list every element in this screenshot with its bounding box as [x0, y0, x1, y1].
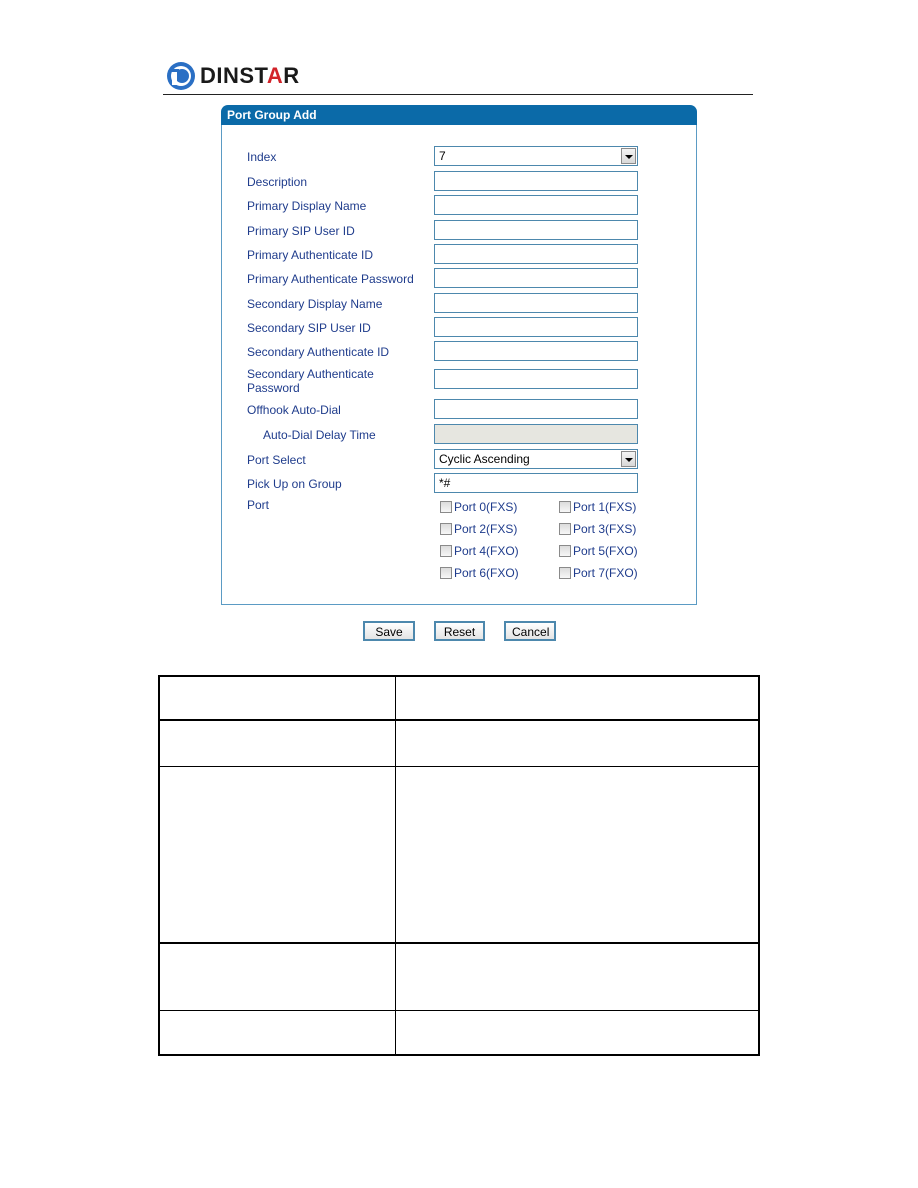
offhook-auto-dial-row: Offhook Auto-Dial [247, 399, 667, 421]
checkbox-icon[interactable] [559, 567, 571, 579]
secondary-display-name-input[interactable] [434, 293, 638, 313]
auto-dial-delay-time-label: Auto-Dial Delay Time [263, 428, 376, 442]
label-line-2: Password [247, 381, 300, 395]
port-group-add-panel: Port Group Add Index 7 Description Prima… [221, 105, 697, 605]
checkbox-icon[interactable] [559, 501, 571, 513]
pick-up-on-group-label: Pick Up on Group [247, 477, 342, 491]
logo-icon [166, 61, 196, 91]
label-line-1: Secondary Authenticate [247, 367, 374, 381]
port-label: Port 3(FXS) [573, 522, 637, 536]
description-input[interactable] [434, 171, 638, 191]
auto-dial-delay-time-input [434, 424, 638, 444]
primary-authenticate-password-label: Primary Authenticate Password [247, 272, 414, 286]
port-select-value: Cyclic Ascending [439, 452, 530, 466]
primary-authenticate-id-label: Primary Authenticate ID [247, 248, 374, 262]
port-7-checkbox[interactable]: Port 7(FXO) [559, 565, 638, 581]
pick-up-on-group-input[interactable] [434, 473, 638, 493]
secondary-authenticate-id-row: Secondary Authenticate ID [247, 341, 667, 363]
description-row: Description [247, 171, 667, 193]
port-5-checkbox[interactable]: Port 5(FXO) [559, 543, 638, 559]
save-button[interactable]: Save [363, 621, 415, 641]
port-2-checkbox[interactable]: Port 2(FXS) [440, 521, 517, 537]
table-cell [158, 1009, 396, 1056]
port-label: Port [247, 498, 270, 512]
table-cell [158, 765, 396, 944]
port-label: Port 5(FXO) [573, 544, 638, 558]
primary-display-name-label: Primary Display Name [247, 199, 367, 213]
secondary-display-name-row: Secondary Display Name [247, 293, 667, 315]
index-row: Index 7 [247, 146, 667, 168]
primary-sip-user-id-row: Primary SIP User ID [247, 220, 667, 242]
checkbox-icon[interactable] [440, 567, 452, 579]
pick-up-on-group-row: Pick Up on Group [247, 473, 667, 495]
table-cell [395, 1009, 760, 1056]
table-cell [395, 675, 760, 721]
checkbox-icon[interactable] [559, 523, 571, 535]
index-select[interactable]: 7 [434, 146, 638, 166]
checkbox-icon[interactable] [559, 545, 571, 557]
primary-authenticate-password-row: Primary Authenticate Password [247, 268, 667, 290]
auto-dial-delay-time-row: Auto-Dial Delay Time [247, 424, 667, 446]
port-label: Port 4(FXO) [454, 544, 519, 558]
port-label: Port 2(FXS) [454, 522, 518, 536]
secondary-authenticate-id-label: Secondary Authenticate ID [247, 345, 390, 359]
port-select-dropdown[interactable]: Cyclic Ascending [434, 449, 638, 469]
port-select-row: Port Select Cyclic Ascending [247, 449, 667, 471]
checkbox-icon[interactable] [440, 501, 452, 513]
chevron-down-icon[interactable] [621, 451, 636, 467]
checkbox-icon[interactable] [440, 523, 452, 535]
table-row [158, 1009, 760, 1056]
table-row [158, 765, 760, 944]
table-row [158, 719, 760, 767]
primary-display-name-input[interactable] [434, 195, 638, 215]
port-label: Port 7(FXO) [573, 566, 638, 580]
secondary-authenticate-id-input[interactable] [434, 341, 638, 361]
table-cell [158, 942, 396, 1011]
secondary-sip-user-id-row: Secondary SIP User ID [247, 317, 667, 339]
secondary-display-name-label: Secondary Display Name [247, 297, 383, 311]
dinstar-logo: DINSTAR [166, 60, 300, 92]
port-0-checkbox[interactable]: Port 0(FXS) [440, 499, 517, 515]
index-label: Index [247, 150, 277, 164]
port-label: Port 1(FXS) [573, 500, 637, 514]
primary-display-name-row: Primary Display Name [247, 195, 667, 217]
table-cell [395, 719, 760, 767]
offhook-auto-dial-label: Offhook Auto-Dial [247, 403, 341, 417]
checkbox-icon[interactable] [440, 545, 452, 557]
port-label: Port 0(FXS) [454, 500, 518, 514]
header-rule [163, 94, 753, 95]
port-label: Port 6(FXO) [454, 566, 519, 580]
table-row [158, 942, 760, 1011]
secondary-authenticate-password-label: Secondary Authenticate Password [247, 367, 374, 395]
offhook-auto-dial-input[interactable] [434, 399, 638, 419]
table-row [158, 675, 760, 721]
brand-name: DINSTAR [200, 63, 300, 88]
table-cell [395, 765, 760, 944]
parameter-table [158, 675, 760, 1056]
port-1-checkbox[interactable]: Port 1(FXS) [559, 499, 636, 515]
primary-sip-user-id-label: Primary SIP User ID [247, 224, 355, 238]
primary-authenticate-id-input[interactable] [434, 244, 638, 264]
index-value: 7 [439, 149, 446, 163]
secondary-sip-user-id-label: Secondary SIP User ID [247, 321, 371, 335]
table-cell [395, 942, 760, 1011]
port-select-label: Port Select [247, 453, 306, 467]
secondary-authenticate-password-row: Secondary Authenticate Password [247, 367, 667, 395]
reset-button[interactable]: Reset [434, 621, 485, 641]
secondary-authenticate-password-input[interactable] [434, 369, 638, 389]
secondary-sip-user-id-input[interactable] [434, 317, 638, 337]
cancel-button[interactable]: Cancel [504, 621, 556, 641]
port-3-checkbox[interactable]: Port 3(FXS) [559, 521, 636, 537]
table-cell [158, 719, 396, 767]
panel-title: Port Group Add [221, 105, 697, 125]
description-label: Description [247, 175, 308, 189]
primary-authenticate-password-input[interactable] [434, 268, 638, 288]
primary-sip-user-id-input[interactable] [434, 220, 638, 240]
primary-authenticate-id-row: Primary Authenticate ID [247, 244, 667, 266]
port-4-checkbox[interactable]: Port 4(FXO) [440, 543, 519, 559]
chevron-down-icon[interactable] [621, 148, 636, 164]
port-6-checkbox[interactable]: Port 6(FXO) [440, 565, 519, 581]
table-cell [158, 675, 396, 721]
